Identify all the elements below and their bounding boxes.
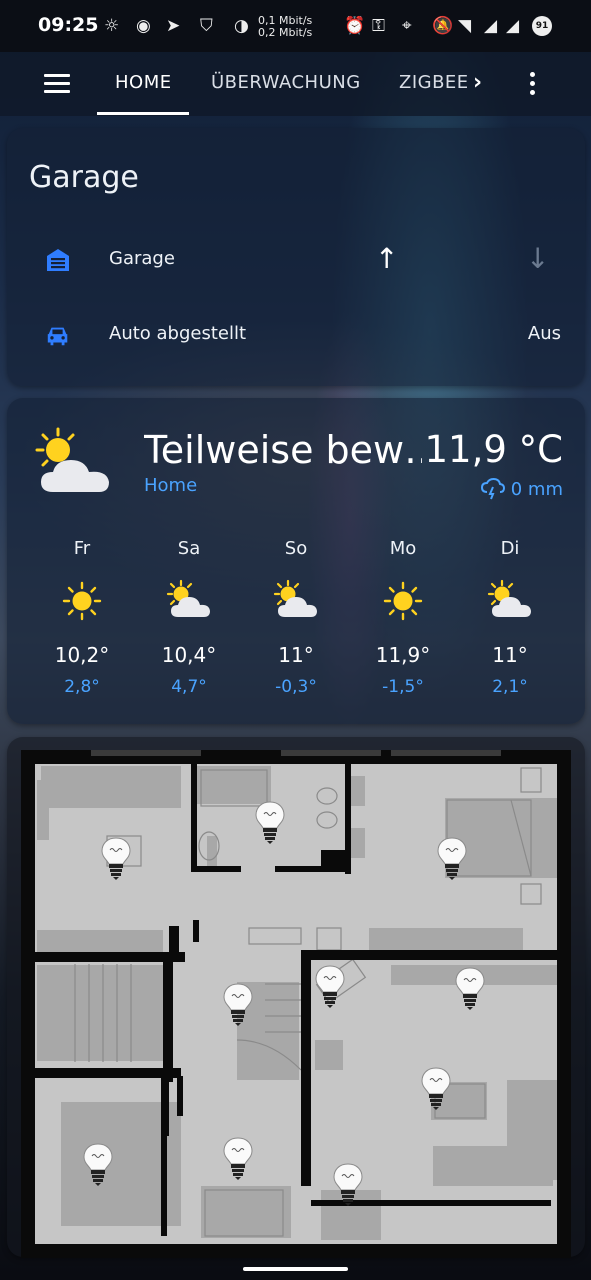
key-icon: ⚿: [372, 16, 385, 36]
forecast-low: 2,1°: [492, 677, 528, 697]
partly-cloudy-icon: [485, 579, 535, 623]
weather-precipitation: 0 mm: [480, 478, 563, 500]
mute-notification-icon: 🔕: [432, 16, 454, 36]
status-icons: ☼ ◉ ➤ ⛉ ◑ 0,1 Mbit/s 0,2 Mbit/s ⏰ ⚿ ⌖ 🔕 …: [100, 14, 560, 39]
forecast-high: 11°: [278, 643, 314, 667]
garage-card: Garage Garage ↑ ↓ Auto abgestellt Aus: [7, 128, 585, 386]
close-arrow-down-icon[interactable]: ↓: [526, 242, 549, 275]
vpn-icon: ◉: [136, 16, 151, 36]
forecast-day-name: So: [284, 538, 308, 559]
signal-icon-2: ◢: [506, 16, 520, 36]
location-icon: ⌖: [402, 16, 412, 36]
signal-icon-1: ◢: [484, 16, 498, 36]
navigation-icon: ➤: [166, 16, 181, 36]
forecast-day-name: Fr: [73, 538, 91, 559]
wifi-icon: ◥: [458, 16, 472, 36]
forecast-low: 4,7°: [171, 677, 207, 697]
forecast-day-name: Mo: [389, 538, 417, 559]
tab-ueberwachung[interactable]: ÜBERWACHUNG: [211, 72, 361, 93]
location-sun-icon: ☼: [104, 16, 120, 36]
partly-cloudy-icon: [164, 579, 214, 623]
home-indicator[interactable]: [243, 1267, 348, 1271]
more-options-icon[interactable]: [530, 72, 538, 98]
active-tab-indicator: [97, 112, 189, 115]
open-arrow-up-icon[interactable]: ↑: [375, 242, 398, 275]
car-parked-state: Aus: [527, 323, 561, 344]
forecast-high: 10,4°: [161, 643, 217, 667]
car-icon[interactable]: [45, 324, 71, 348]
app-bar: HOME ÜBERWACHUNG ZIGBEE ›: [0, 52, 591, 116]
forecast-low: 2,8°: [64, 677, 100, 697]
status-time: 09:25: [38, 14, 99, 36]
weather-location: Home: [144, 475, 198, 496]
hamburger-menu-icon[interactable]: [44, 74, 70, 94]
forecast-high: 11°: [492, 643, 528, 667]
forecast-day: Fr 10,2° 2,8°: [42, 538, 122, 697]
forecast-low: -1,5°: [382, 677, 424, 697]
garage-row-label[interactable]: Garage: [109, 248, 175, 269]
forecast-day: Sa 10,4° 4,7°: [149, 538, 229, 697]
chevron-right-icon[interactable]: ›: [473, 70, 482, 95]
sunny-icon: [378, 579, 428, 623]
sunny-icon: [57, 579, 107, 623]
partly-cloudy-icon: [271, 579, 321, 623]
car-parked-label[interactable]: Auto abgestellt: [109, 323, 246, 344]
card-title: Garage: [29, 160, 139, 195]
weather-card[interactable]: Teilweise bew… Home 11,9 °C 0 mm Fr 10,2…: [7, 398, 585, 724]
forecast-low: -0,3°: [275, 677, 317, 697]
shield-icon: ⛉: [200, 16, 213, 36]
weather-temperature: 11,9 °C: [424, 428, 563, 471]
tab-zigbee[interactable]: ZIGBEE: [399, 72, 469, 93]
battery-icon: 91: [532, 16, 552, 36]
contrast-icon: ◑: [234, 16, 249, 36]
forecast-day: So 11° -0,3°: [256, 538, 336, 697]
forecast-day-name: Di: [500, 538, 520, 559]
forecast-high: 10,2°: [54, 643, 110, 667]
weather-condition: Teilweise bew…: [144, 428, 422, 472]
tab-home[interactable]: HOME: [115, 72, 172, 93]
forecast-high: 11,9°: [375, 643, 431, 667]
forecast-day: Di 11° 2,1°: [470, 538, 550, 697]
alarm-icon: ⏰: [344, 16, 366, 36]
forecast-day-name: Sa: [177, 538, 201, 559]
garage-door-icon[interactable]: [45, 248, 71, 272]
precipitation-value: 0 mm: [510, 478, 563, 500]
network-speed: 0,1 Mbit/s 0,2 Mbit/s: [258, 14, 313, 39]
floorplan: [21, 750, 571, 1258]
rain-cloud-icon: [480, 478, 505, 500]
forecast-day: Mo 11,9° -1,5°: [363, 538, 443, 697]
partly-cloudy-icon: [35, 427, 109, 492]
status-bar: 09:25 ☼ ◉ ➤ ⛉ ◑ 0,1 Mbit/s 0,2 Mbit/s ⏰ …: [0, 0, 591, 52]
